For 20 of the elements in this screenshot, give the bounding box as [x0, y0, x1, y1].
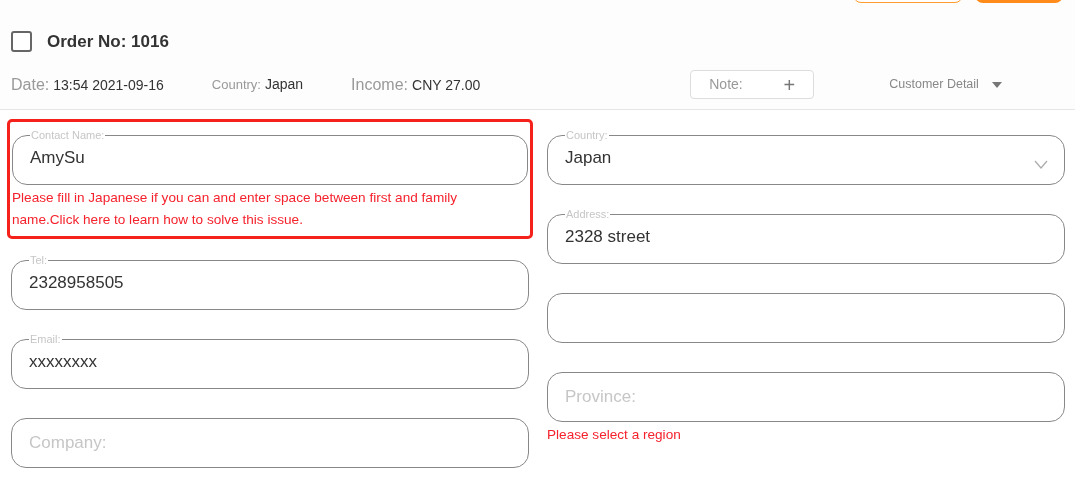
help-link[interactable]: here: [83, 212, 111, 227]
input-field[interactable]: Tel: 2328958505: [11, 253, 529, 310]
meta-value: Japan: [264, 75, 304, 94]
meta-label: Income:: [351, 74, 408, 95]
checkbox[interactable]: [11, 31, 32, 53]
chevron-icon: [1034, 160, 1048, 169]
meta-label: Country:: [211, 76, 261, 94]
input-field[interactable]: [547, 293, 1065, 343]
order-title: Order No: 1016: [47, 31, 169, 53]
input-field[interactable]: Email: xxxxxxxx: [11, 332, 529, 389]
meta-value: CNY 27.00: [412, 75, 481, 95]
input-field[interactable]: Address: 2328 street: [547, 207, 1065, 264]
meta-value: 13:54 2021-09-16: [53, 75, 164, 95]
input-field[interactable]: Contact Name: AmySu: [12, 128, 528, 185]
error-message: Please fill in Japanese if you can and enter space between first and family name.Click here to learn how to solve this issue.: [12, 189, 459, 229]
customer-detail-dropdown[interactable]: Customer Detail: [889, 75, 1002, 94]
note-button[interactable]: Note: +: [690, 70, 815, 99]
error-message: Please select a region: [547, 426, 682, 444]
country-select[interactable]: Country: Japan: [547, 128, 1065, 185]
meta-label: Date:: [11, 74, 50, 95]
